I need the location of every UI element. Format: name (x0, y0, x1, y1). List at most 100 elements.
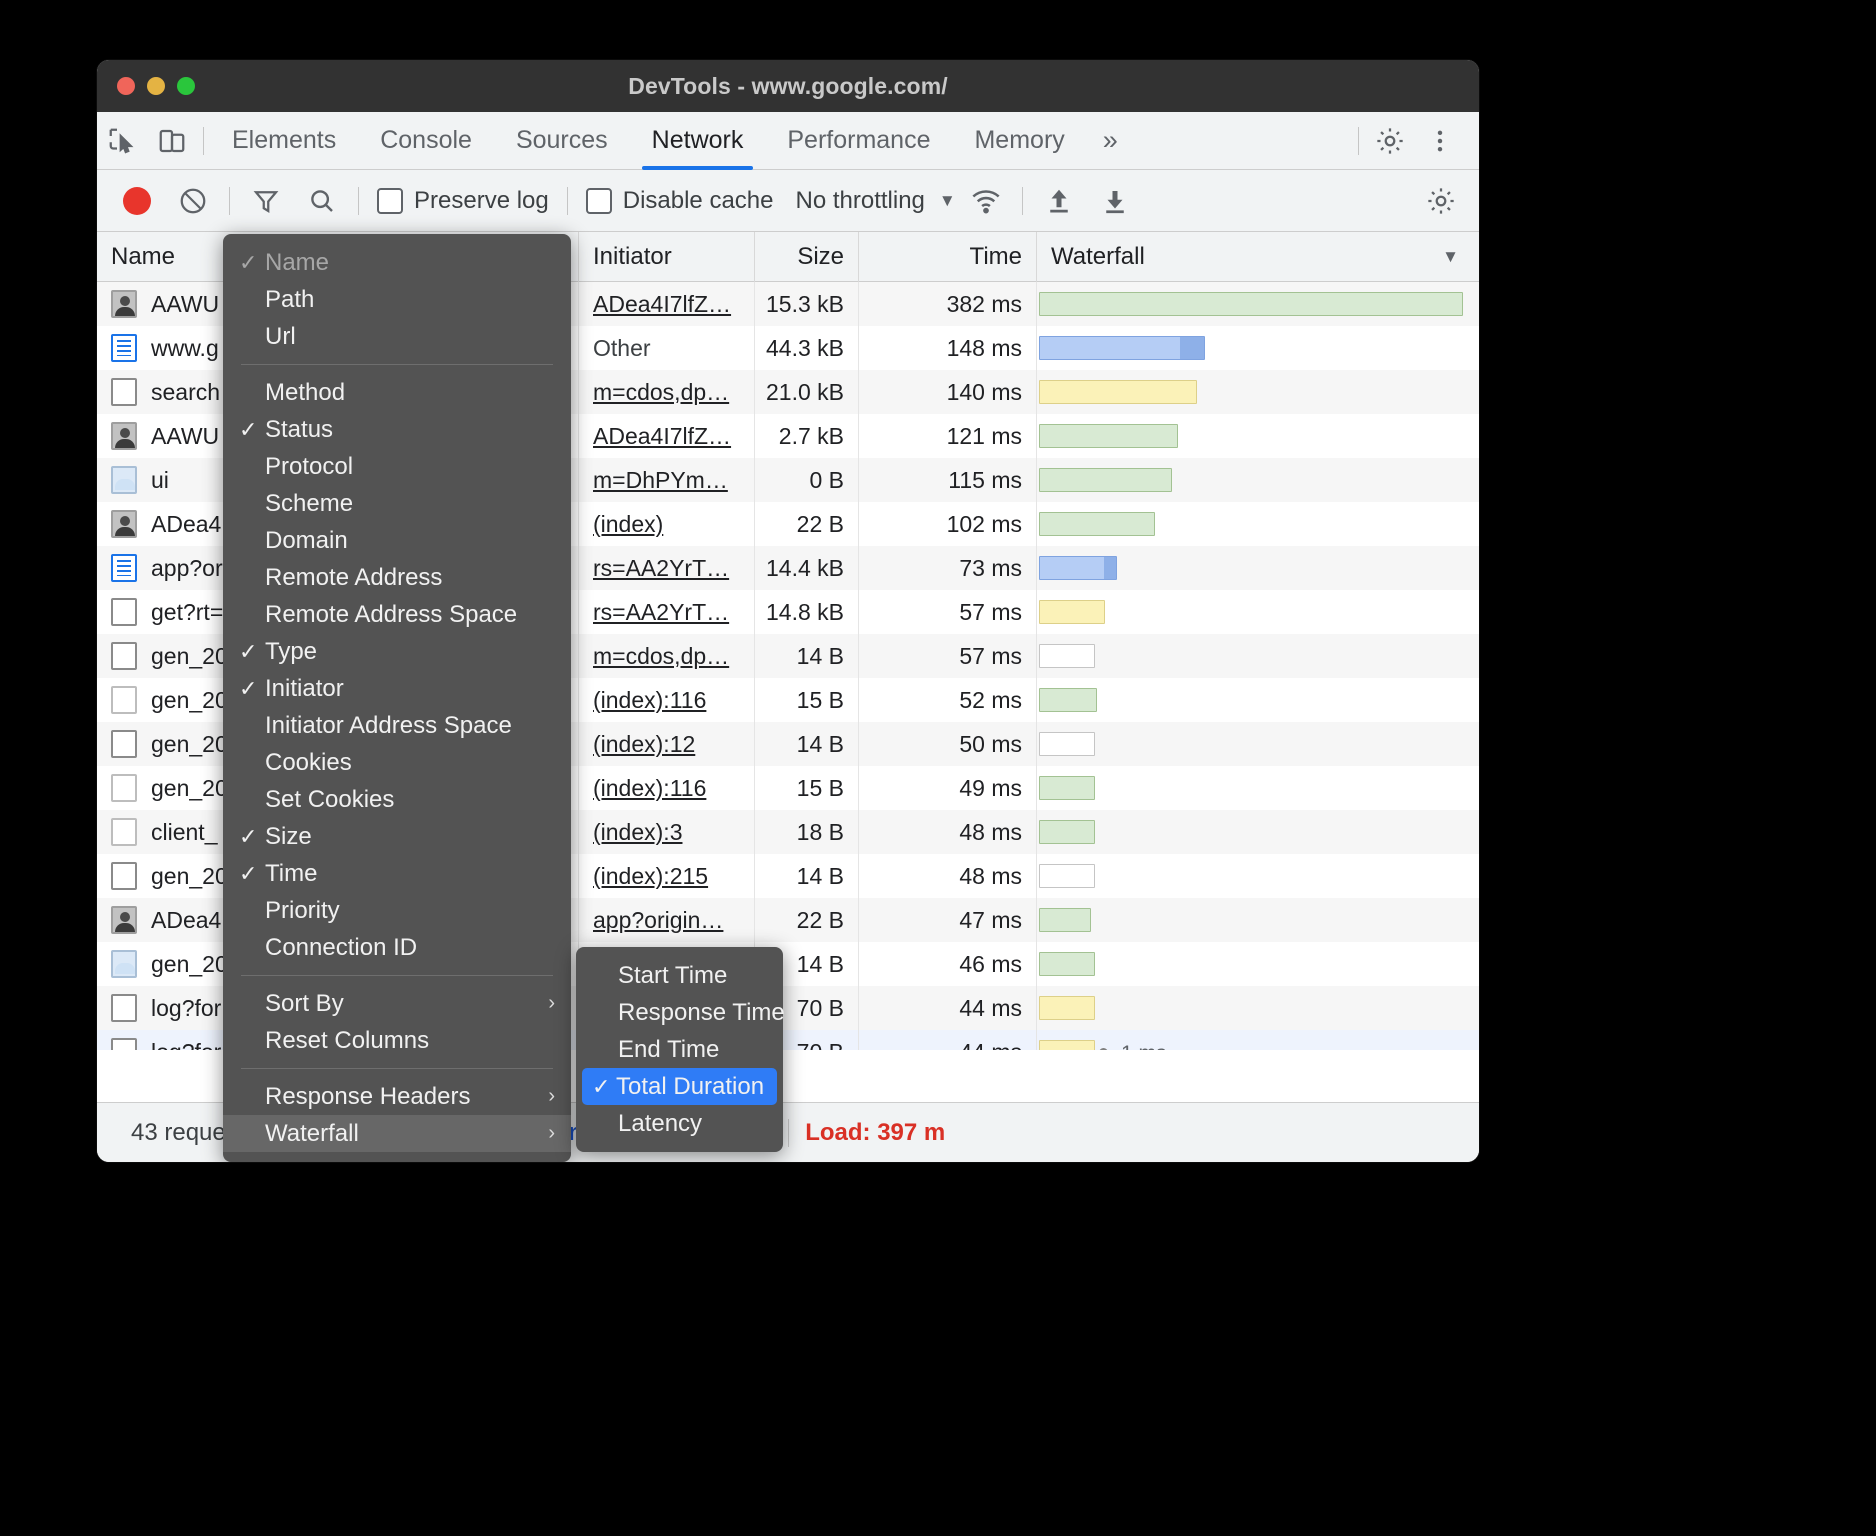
menu-item-name[interactable]: ✓Name (223, 244, 571, 281)
network-conditions-icon[interactable] (960, 175, 1012, 227)
menu-item-label: Reset Columns (265, 1027, 555, 1055)
waterfall-bar (1039, 688, 1097, 712)
cell-initiator[interactable]: (index):12 (579, 722, 755, 766)
throttling-select[interactable]: No throttling ▼ (785, 187, 955, 215)
tab-elements[interactable]: Elements (210, 112, 358, 170)
preserve-log-checkbox[interactable]: Preserve log (369, 187, 557, 215)
menu-item-protocol[interactable]: Protocol (223, 448, 571, 485)
cell-initiator[interactable]: rs=AA2YrT… (579, 590, 755, 634)
cell-initiator[interactable]: (index):116 (579, 678, 755, 722)
menu-item-remote-address-space[interactable]: Remote Address Space (223, 596, 571, 633)
waterfall-bar (1039, 600, 1105, 624)
cell-initiator[interactable]: m=DhPYm… (579, 458, 755, 502)
menu-item-time[interactable]: ✓Time (223, 855, 571, 892)
submenu-item-end-time[interactable]: End Time (576, 1031, 783, 1068)
menu-item-method[interactable]: Method (223, 374, 571, 411)
search-icon[interactable] (296, 175, 348, 227)
tab-sources[interactable]: Sources (494, 112, 630, 170)
disable-cache-checkbox[interactable]: Disable cache (578, 187, 782, 215)
columns-context-menu[interactable]: ✓NamePath Url Method✓Status Protocol SchemeD… (223, 234, 571, 1162)
initiator-value: rs=AA2YrT… (593, 599, 729, 626)
cell-initiator[interactable]: m=cdos,dp… (579, 634, 755, 678)
cell-initiator[interactable]: app?origin… (579, 898, 755, 942)
chevron-down-icon[interactable]: ▼ (1442, 247, 1459, 267)
resource-type-icon (111, 950, 137, 978)
column-header-initiator[interactable]: Initiator (579, 232, 755, 282)
clear-icon[interactable] (167, 175, 219, 227)
cell-size: 15 B (755, 678, 859, 722)
cell-waterfall (1037, 458, 1479, 502)
menu-item-set-cookies[interactable]: Set Cookies (223, 781, 571, 818)
waterfall-submenu[interactable]: Start TimeResponse TimeEnd Time✓Total Du… (576, 947, 783, 1152)
window-title: DevTools - www.google.com/ (97, 73, 1479, 100)
more-tabs-icon[interactable]: » (1087, 112, 1134, 170)
menu-item-label: Url (265, 323, 555, 351)
toolbar-divider (203, 127, 204, 155)
menu-item-sort-by[interactable]: Sort By› (223, 985, 571, 1022)
cell-initiator[interactable]: ADea4I7lfZ… (579, 414, 755, 458)
menu-item-scheme[interactable]: Scheme (223, 485, 571, 522)
cell-initiator[interactable]: m=cdos,dp… (579, 370, 755, 414)
cell-initiator[interactable]: (index):116 (579, 766, 755, 810)
column-header-time[interactable]: Time (859, 232, 1037, 282)
device-toolbar-icon[interactable] (147, 112, 197, 170)
tab-network[interactable]: Network (630, 112, 766, 170)
export-har-icon[interactable] (1089, 175, 1141, 227)
column-header-waterfall[interactable]: Waterfall ▼ (1037, 232, 1479, 282)
cell-initiator: Other (579, 326, 755, 370)
request-name: search (151, 379, 220, 406)
cell-initiator[interactable]: ADea4I7lfZ… (579, 282, 755, 326)
menu-item-url[interactable]: Url (223, 318, 571, 355)
cell-initiator[interactable]: rs=AA2YrT… (579, 546, 755, 590)
resource-type-icon (111, 774, 137, 802)
waterfall-bar-segment (1180, 337, 1204, 359)
menu-item-cookies[interactable]: Cookies (223, 744, 571, 781)
menu-item-label: Protocol (265, 453, 555, 481)
request-name: ADea4 (151, 907, 221, 934)
menu-item-priority[interactable]: Priority (223, 892, 571, 929)
submenu-item-latency[interactable]: Latency (576, 1105, 783, 1142)
more-options-icon[interactable] (1415, 112, 1465, 170)
request-name: ui (151, 467, 169, 494)
inspect-element-icon[interactable] (97, 112, 147, 170)
cell-initiator[interactable]: (index):215 (579, 854, 755, 898)
column-header-size[interactable]: Size (755, 232, 859, 282)
filter-icon[interactable] (240, 175, 292, 227)
tab-label: Console (380, 126, 472, 155)
initiator-value: m=DhPYm… (593, 467, 728, 494)
menu-item-remote-address[interactable]: Remote Address (223, 559, 571, 596)
menu-item-domain[interactable]: Domain (223, 522, 571, 559)
menu-item-initiator-address-space[interactable]: Initiator Address Space (223, 707, 571, 744)
initiator-value: ADea4I7lfZ… (593, 423, 731, 450)
submenu-item-response-time[interactable]: Response Time (576, 994, 783, 1031)
menu-item-waterfall[interactable]: Waterfall› (223, 1115, 571, 1152)
import-har-icon[interactable] (1033, 175, 1085, 227)
submenu-item-total-duration[interactable]: ✓Total Duration (582, 1068, 777, 1105)
menu-item-response-headers[interactable]: Response Headers› (223, 1078, 571, 1115)
tab-label: Performance (787, 126, 930, 155)
tab-performance[interactable]: Performance (765, 112, 952, 170)
cell-time: 50 ms (859, 722, 1037, 766)
menu-item-label: Type (265, 638, 555, 666)
cell-initiator[interactable]: (index) (579, 502, 755, 546)
submenu-item-start-time[interactable]: Start Time (576, 957, 783, 994)
network-settings-gear-icon[interactable] (1415, 175, 1467, 227)
gear-icon[interactable] (1365, 112, 1415, 170)
cell-initiator[interactable]: (index):3 (579, 810, 755, 854)
tab-console[interactable]: Console (358, 112, 494, 170)
tab-memory[interactable]: Memory (952, 112, 1086, 170)
toolbar-divider (567, 187, 568, 215)
menu-item-reset-columns[interactable]: Reset Columns (223, 1022, 571, 1059)
menu-item-initiator[interactable]: ✓Initiator (223, 670, 571, 707)
waterfall-marker-dot (1099, 1048, 1108, 1050)
record-icon[interactable] (111, 175, 163, 227)
request-name: gen_20 (151, 951, 228, 978)
menu-item-path[interactable]: Path (223, 281, 571, 318)
menu-item-connection-id[interactable]: Connection ID (223, 929, 571, 966)
toolbar-divider (1358, 127, 1359, 155)
menu-item-size[interactable]: ✓Size (223, 818, 571, 855)
cell-waterfall (1037, 414, 1479, 458)
menu-item-type[interactable]: ✓Type (223, 633, 571, 670)
waterfall-bar (1039, 336, 1205, 360)
menu-item-status[interactable]: ✓Status (223, 411, 571, 448)
